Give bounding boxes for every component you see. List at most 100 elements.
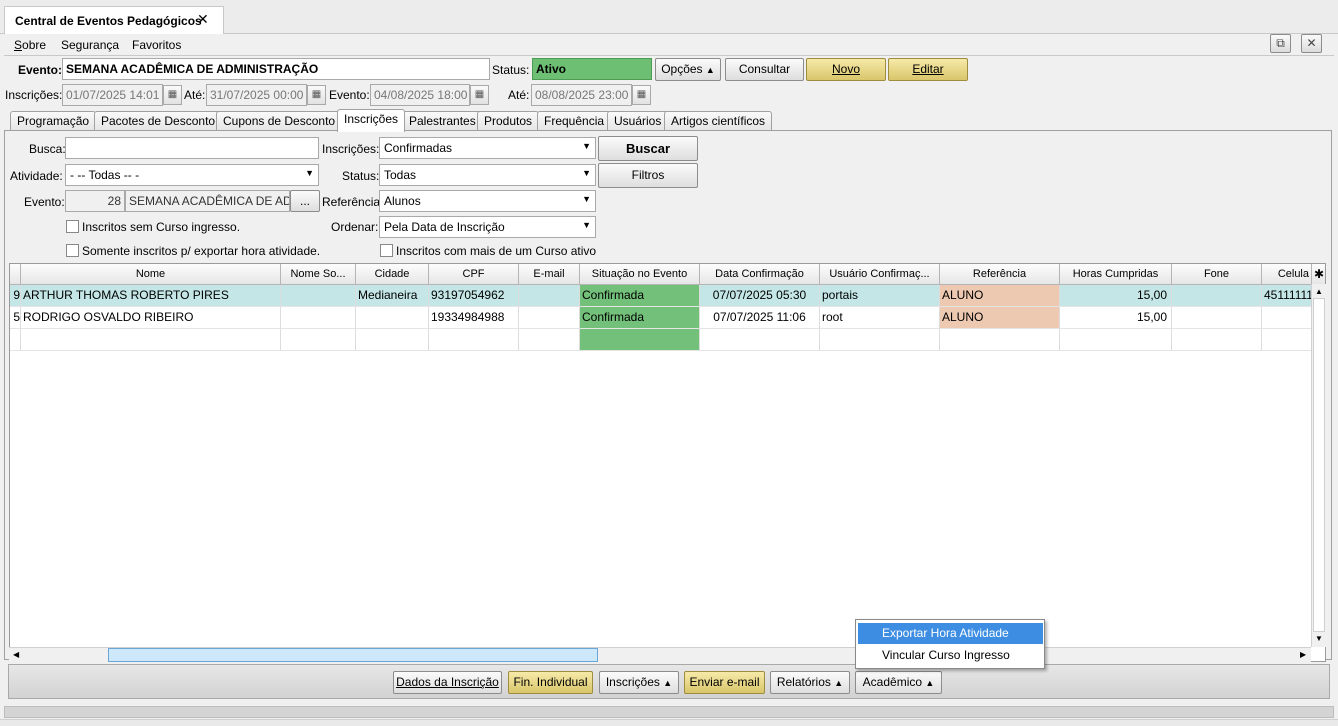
enviar-email-button[interactable]: Enviar e-mail [684, 671, 765, 694]
relatorios-button[interactable]: Relatórios ▲ [770, 671, 850, 694]
scroll-right-icon[interactable]: ▶ [1300, 650, 1306, 659]
col-email[interactable]: E-mail [519, 264, 580, 285]
menu-item-exportar-hora-atividade[interactable]: Exportar Hora Atividade [858, 623, 1043, 644]
inscricoes-to-field[interactable]: 31/07/2025 00:00 [206, 84, 307, 106]
vertical-scroll-thumb[interactable] [1313, 298, 1325, 632]
scroll-up-icon[interactable]: ▲ [1315, 287, 1323, 296]
col-referencia[interactable]: Referência [940, 264, 1060, 285]
col-celular[interactable]: Celula [1262, 264, 1312, 285]
academico-button[interactable]: Acadêmico ▲ [855, 671, 942, 694]
nome-cell: RODRIGO OSVALDO RIBEIRO [21, 307, 281, 329]
col-nome[interactable]: Nome [21, 264, 281, 285]
status-label: Status: [492, 63, 530, 77]
nome-social-cell [281, 307, 356, 329]
app-tab-title: Central de Eventos Pedagógicos [15, 14, 202, 28]
ordenar-select-value: Pela Data de Inscrição [384, 220, 505, 234]
menu-seguranca[interactable]: Segurança [61, 38, 119, 52]
horas-cell: 15,00 [1060, 285, 1172, 307]
inscricoes-select[interactable]: Confirmadas ▼ [379, 137, 596, 159]
referencia-select[interactable]: Alunos ▼ [379, 190, 596, 212]
col-situacao[interactable]: Situação no Evento [580, 264, 700, 285]
tab-produtos[interactable]: Produtos [477, 111, 540, 131]
inscricoes-grid[interactable]: Nome Nome So... Cidade CPF E-mail Situaç… [9, 263, 1326, 662]
menu-item-vincular-curso-ingresso[interactable]: Vincular Curso Ingresso [858, 645, 1043, 666]
col-data-confirmacao[interactable]: Data Confirmação [700, 264, 820, 285]
nome-social-cell [281, 285, 356, 307]
col-nome-social[interactable]: Nome So... [281, 264, 356, 285]
buscar-button[interactable]: Buscar [598, 136, 698, 161]
atividade-select[interactable]: - -- Todas -- - ▼ [65, 164, 319, 186]
dados-label: Dados da Inscrição [396, 675, 499, 689]
table-row-empty[interactable] [10, 329, 1312, 351]
table-row[interactable]: 9 ARTHUR THOMAS ROBERTO PIRES Medianeira… [10, 285, 1312, 307]
app-tab[interactable]: Central de Eventos Pedagógicos ✕ [4, 6, 224, 34]
evento-field[interactable]: SEMANA ACADÊMICA DE ADMINISTRAÇÃO [62, 58, 490, 80]
close-icon[interactable]: ✕ [197, 11, 209, 28]
horas-cell: 15,00 [1060, 307, 1172, 329]
inscricoes-from-field[interactable]: 01/07/2025 14:01 [62, 84, 163, 106]
consultar-button[interactable]: Consultar [725, 58, 804, 81]
calendar-icon[interactable]: ▦ [163, 85, 182, 105]
tab-usuarios[interactable]: Usuários [607, 111, 669, 131]
usuario-cell: root [820, 307, 940, 329]
popout-icon[interactable]: ⧉ [1270, 34, 1291, 53]
chevron-down-icon: ▼ [582, 168, 591, 178]
busca-input[interactable] [65, 137, 319, 159]
calendar-icon[interactable]: ▦ [307, 85, 326, 105]
calendar-icon[interactable]: ▦ [632, 85, 651, 105]
empty-cell [1262, 329, 1312, 351]
filtros-button[interactable]: Filtros [598, 163, 698, 188]
dados-inscricao-button[interactable]: Dados da Inscrição [393, 671, 502, 694]
tab-frequencia[interactable]: Frequência [537, 111, 612, 131]
chk-mais-curso[interactable] [380, 244, 393, 257]
tab-palestrantes[interactable]: Palestrantes [402, 111, 483, 131]
chk-exportar[interactable] [66, 244, 79, 257]
cpf-cell: 19334984988 [429, 307, 519, 329]
empty-cell [356, 329, 429, 351]
tab-cupons-desconto[interactable]: Cupons de Desconto [216, 111, 343, 131]
empty-situacao-cell [580, 329, 700, 351]
evento-from-field[interactable]: 04/08/2025 18:00 [370, 84, 470, 106]
opcoes-label: Opções [661, 62, 703, 76]
tab-pacotes-desconto[interactable]: Pacotes de Desconto [94, 111, 223, 131]
evento-name-field: SEMANA ACADÊMICA DE ADMINISTRAÇÃO [125, 190, 290, 212]
celular-cell [1262, 307, 1312, 329]
tab-artigos-cientificos[interactable]: Artigos científicos [664, 111, 773, 131]
scroll-left-icon[interactable]: ◀ [13, 650, 19, 659]
empty-cell [519, 329, 580, 351]
gear-icon[interactable]: ✱ [1312, 264, 1325, 285]
chk-sem-curso[interactable] [66, 220, 79, 233]
col-cpf[interactable]: CPF [429, 264, 519, 285]
col-horas-cumpridas[interactable]: Horas Cumpridas [1060, 264, 1172, 285]
close-window-icon[interactable]: ✕ [1301, 34, 1322, 53]
col-usuario-confirmacao[interactable]: Usuário Confirmaç... [820, 264, 940, 285]
relatorios-label: Relatórios [776, 675, 831, 689]
caret-up-icon: ▲ [705, 65, 715, 75]
col-cidade[interactable]: Cidade [356, 264, 429, 285]
fin-individual-button[interactable]: Fin. Individual [508, 671, 593, 694]
novo-label: Novo [831, 62, 860, 76]
status-select[interactable]: Todas ▼ [379, 164, 596, 186]
tab-inscricoes[interactable]: Inscrições [337, 109, 406, 132]
nome-cell: ARTHUR THOMAS ROBERTO PIRES [21, 285, 281, 307]
inscricoes-menu-button[interactable]: Inscrições ▲ [599, 671, 679, 694]
col-fone[interactable]: Fone [1172, 264, 1262, 285]
chk-exportar-label: Somente inscritos p/ exportar hora ativi… [82, 244, 321, 258]
ordenar-select[interactable]: Pela Data de Inscrição ▼ [379, 216, 596, 238]
table-row[interactable]: 5 RODRIGO OSVALDO RIBEIRO 19334984988 Co… [10, 307, 1312, 329]
tab-programacao[interactable]: Programação [10, 111, 97, 131]
empty-cell [1060, 329, 1172, 351]
atividade-label: Atividade: [10, 169, 63, 183]
horizontal-scroll-thumb[interactable] [108, 648, 598, 662]
referencia-cell: ALUNO [940, 285, 1060, 307]
scroll-down-icon[interactable]: ▼ [1315, 634, 1323, 643]
chk-mais-curso-label: Inscritos com mais de um Curso ativo [396, 244, 597, 258]
novo-button[interactable]: Novo [806, 58, 886, 81]
menu-sobre[interactable]: Sobre [14, 38, 46, 52]
evento-lookup-button[interactable]: ... [290, 190, 320, 212]
evento-to-field[interactable]: 08/08/2025 23:00 [531, 84, 632, 106]
calendar-icon[interactable]: ▦ [470, 85, 489, 105]
opcoes-button[interactable]: Opções ▲ [655, 58, 721, 81]
editar-button[interactable]: Editar [888, 58, 968, 81]
menu-favoritos[interactable]: Favoritos [132, 38, 181, 52]
